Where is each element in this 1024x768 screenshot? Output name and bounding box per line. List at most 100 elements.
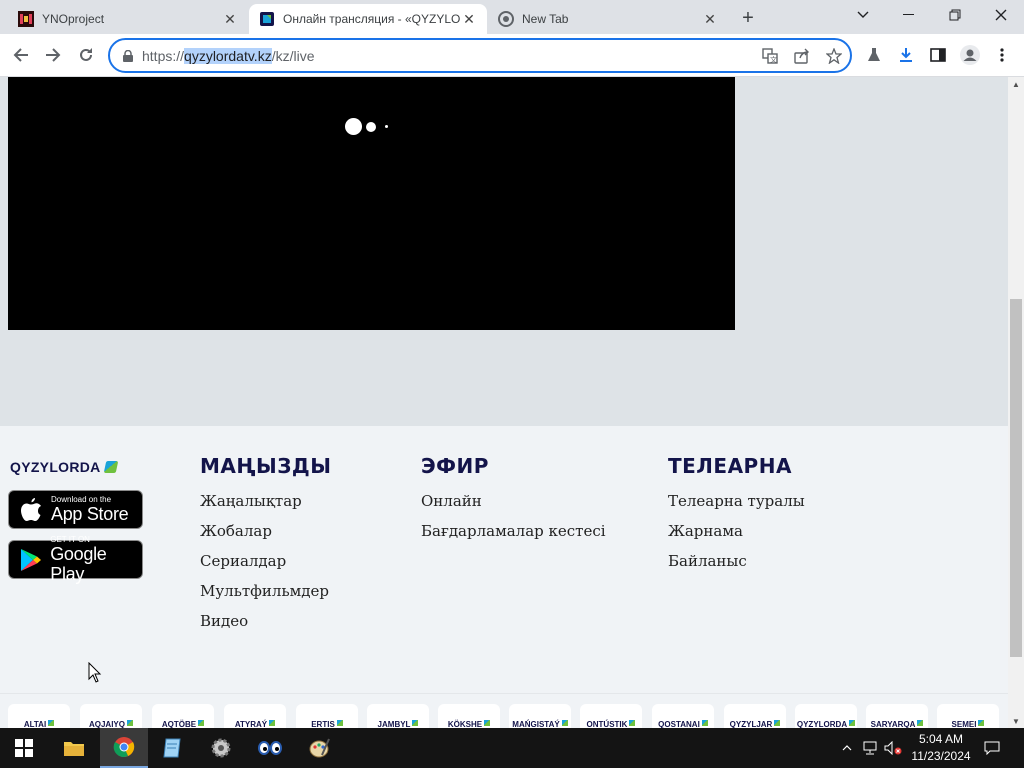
google-play-icon — [19, 547, 42, 573]
network-icon[interactable] — [860, 728, 880, 768]
lock-icon[interactable] — [118, 46, 138, 66]
footer-link-schedule[interactable]: Бағдарламалар кестесі — [421, 516, 606, 546]
region-name: KÖKSHE — [447, 720, 483, 728]
folder-icon — [64, 742, 84, 756]
region-name: AQJAIYQ — [88, 720, 125, 728]
footer-column-channel: ТЕЛЕАРНА Телеарна туралы Жарнама Байланы… — [668, 454, 805, 576]
region-channel-card[interactable]: ONTÚSTIK — [580, 704, 642, 728]
start-button[interactable] — [0, 728, 48, 768]
app-store-button[interactable]: Download on the App Store — [8, 490, 143, 529]
reload-button[interactable] — [73, 42, 99, 68]
taskbar-file-explorer[interactable] — [50, 728, 98, 768]
footer-link-contact[interactable]: Байланыс — [668, 546, 805, 576]
region-channel-card[interactable]: QYZYLJAR — [724, 704, 786, 728]
bookmark-star-icon[interactable] — [824, 46, 844, 66]
footer-column-title: ЭФИР — [421, 454, 489, 478]
footer-link-about[interactable]: Телеарна туралы — [668, 486, 805, 516]
region-name: ALTAI — [23, 720, 47, 728]
region-channel-card[interactable]: AQTÖBE — [152, 704, 214, 728]
menu-kebab-icon[interactable] — [989, 42, 1015, 68]
region-channel-card[interactable]: MAŃGISTAÝ — [509, 704, 571, 728]
download-icon[interactable] — [893, 42, 919, 68]
url-text: https://qyzylordatv.kz/kz/live — [142, 47, 315, 64]
close-tab-icon[interactable]: ✕ — [222, 11, 238, 27]
close-tab-icon[interactable]: ✕ — [461, 11, 477, 27]
tab-search-chevron-icon[interactable] — [840, 0, 886, 30]
page-scrollbar[interactable]: ▲ ▼ — [1008, 77, 1024, 728]
restore-button[interactable] — [932, 0, 978, 30]
svg-text:文: 文 — [770, 55, 777, 64]
back-button[interactable] — [8, 42, 34, 68]
side-panel-icon[interactable] — [925, 42, 951, 68]
footer-link-projects[interactable]: Жобалар — [200, 516, 331, 546]
translate-icon[interactable]: 文 — [760, 46, 780, 66]
close-tab-icon[interactable]: ✕ — [702, 11, 718, 27]
windows-taskbar: 5:04 AM 11/23/2024 — [0, 728, 1024, 768]
qyzylorda-icon — [259, 11, 275, 27]
page-viewport: QYZYLORDA Download on the App Store GET … — [0, 77, 1008, 728]
region-channel-card[interactable]: JAMBYL — [367, 704, 429, 728]
scroll-down-arrow-icon[interactable]: ▼ — [1008, 714, 1024, 728]
labs-flask-icon[interactable] — [861, 42, 887, 68]
taskbar-eyes-app[interactable] — [246, 728, 294, 768]
profile-avatar-icon[interactable] — [957, 42, 983, 68]
footer-link-cartoons[interactable]: Мультфильмдер — [200, 576, 331, 606]
region-channel-card[interactable]: QOSTANAI — [652, 704, 714, 728]
footer-link-series[interactable]: Сериалдар — [200, 546, 331, 576]
volume-muted-icon[interactable] — [882, 728, 904, 768]
region-channel-card[interactable]: ATYRAÝ — [224, 704, 286, 728]
region-channel-card[interactable]: SARYARQA — [866, 704, 928, 728]
app-store-big-text: App Store — [51, 504, 129, 524]
taskbar-chrome[interactable] — [100, 728, 148, 768]
notepad-icon — [163, 738, 181, 758]
live-video-player[interactable] — [8, 77, 735, 330]
footer-logo[interactable]: QYZYLORDA — [10, 459, 118, 475]
close-window-button[interactable] — [978, 0, 1024, 30]
show-hidden-icons-chevron[interactable] — [838, 728, 856, 768]
browser-toolbar: https://qyzylordatv.kz/kz/live 文 — [0, 34, 1024, 77]
footer-column-title: МАҢЫЗДЫ — [200, 454, 332, 478]
url-host: qyzylordatv.kz — [184, 47, 272, 64]
tab-new-tab[interactable]: New Tab ✕ — [488, 4, 728, 34]
scroll-up-arrow-icon[interactable]: ▲ — [1008, 77, 1024, 91]
taskbar-settings[interactable] — [197, 728, 245, 768]
app-store-small-text: Download on the — [51, 495, 112, 504]
region-channel-card[interactable]: KÖKSHE — [438, 704, 500, 728]
footer-link-online[interactable]: Онлайн — [421, 486, 606, 516]
tab-title: Онлайн трансляция - «QYZYLORDA» — [283, 12, 461, 26]
paint-palette-icon — [309, 738, 330, 758]
share-icon[interactable] — [792, 46, 812, 66]
tab-ynoproject[interactable]: YNOproject ✕ — [8, 4, 248, 34]
footer-column-important: МАҢЫЗДЫ Жаңалықтар Жобалар Сериалдар Мул… — [200, 454, 331, 636]
notifications-icon[interactable] — [980, 728, 1004, 768]
brand-flag-icon — [103, 461, 118, 473]
region-channel-card[interactable]: ERTIS — [296, 704, 358, 728]
tab-title: YNOproject — [42, 12, 105, 26]
google-play-small-text: GET IT ON — [50, 535, 90, 544]
address-bar[interactable]: https://qyzylordatv.kz/kz/live 文 — [108, 38, 852, 73]
site-footer: QYZYLORDA Download on the App Store GET … — [0, 426, 1008, 728]
url-path: /kz/live — [271, 47, 315, 64]
google-play-button[interactable]: GET IT ON Google Play — [8, 535, 143, 584]
chrome-icon — [113, 737, 135, 757]
footer-link-news[interactable]: Жаңалықтар — [200, 486, 331, 516]
tab-qyzylorda-live[interactable]: Онлайн трансляция - «QYZYLORDA» ✕ — [249, 4, 487, 34]
scrollbar-thumb[interactable] — [1010, 299, 1022, 657]
footer-link-video[interactable]: Видео — [200, 606, 331, 636]
minimize-button[interactable] — [886, 0, 932, 30]
region-channel-card[interactable]: ALTAI — [8, 704, 70, 728]
taskbar-clock[interactable]: 5:04 AM 11/23/2024 — [904, 731, 978, 765]
region-channel-card[interactable]: QYZYLORDA — [795, 704, 857, 728]
region-channel-card[interactable]: SEMEI — [937, 704, 999, 728]
google-play-big-text: Google Play — [50, 544, 107, 584]
taskbar-notepad[interactable] — [148, 728, 196, 768]
footer-column-title: ТЕЛЕАРНА — [668, 454, 792, 478]
region-channel-card[interactable]: AQJAIYQ — [80, 704, 142, 728]
new-tab-button[interactable]: + — [736, 6, 760, 30]
tab-title: New Tab — [522, 12, 569, 26]
url-scheme: https:// — [142, 47, 185, 64]
forward-button[interactable] — [40, 42, 66, 68]
taskbar-paint[interactable] — [295, 728, 343, 768]
clock-time: 5:04 AM — [918, 732, 964, 746]
footer-link-advertising[interactable]: Жарнама — [668, 516, 805, 546]
